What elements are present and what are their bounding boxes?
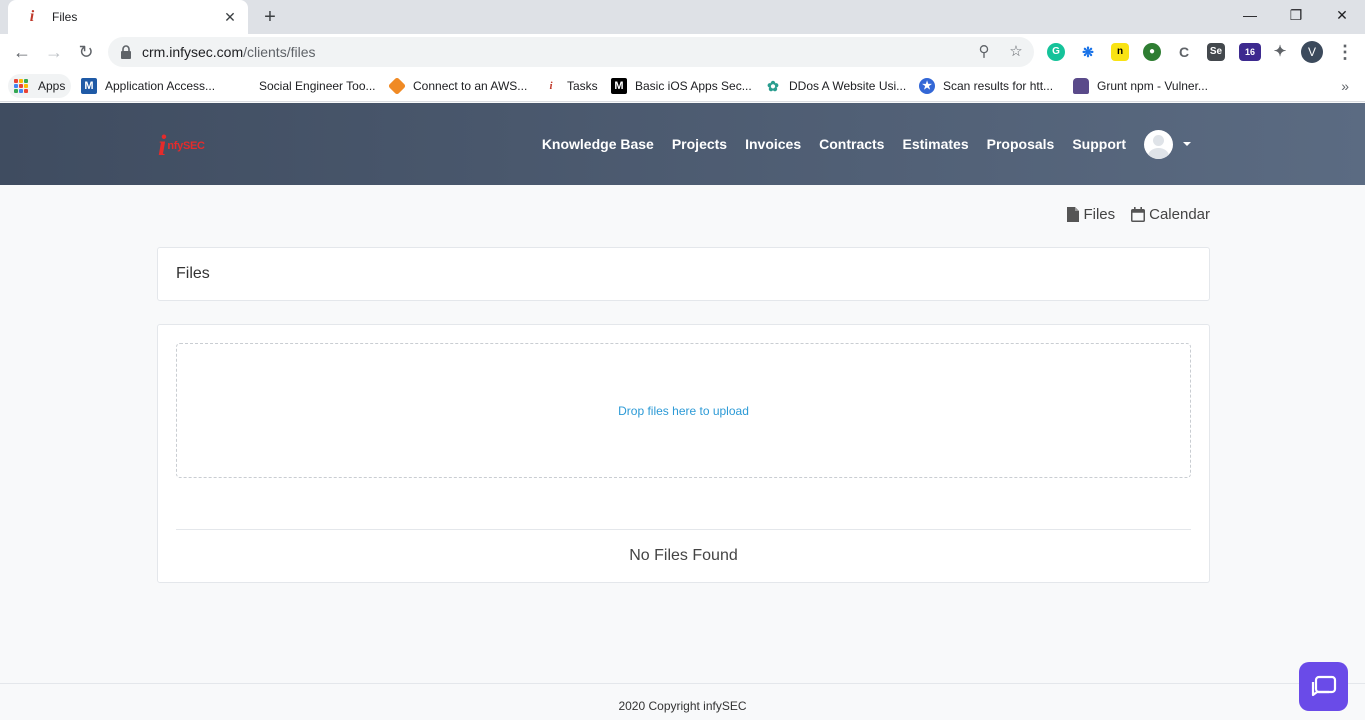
chevron-right-double-icon[interactable]: » — [1341, 74, 1349, 98]
back-arrow-icon[interactable]: ← — [8, 38, 36, 66]
site-footer: 2020 Copyright infySEC — [0, 683, 1365, 720]
m-logo-icon: M — [81, 78, 97, 94]
lock-icon — [121, 45, 131, 59]
calendar-link[interactable]: Calendar — [1131, 206, 1210, 223]
files-link-label: Files — [1083, 205, 1116, 223]
infysec-favicon-icon: i — [29, 8, 35, 25]
copyright-text: 2020 Copyright infySEC — [618, 699, 747, 713]
extension-badge: 16 — [1244, 47, 1255, 57]
calendar-icon — [1131, 206, 1146, 222]
zoom-search-icon[interactable]: ⚲ — [974, 42, 994, 62]
bookmark-label: Application Access... — [105, 79, 216, 93]
bookmarks-bar: Apps M Application Access... Social Engi… — [0, 70, 1365, 102]
site-logo[interactable]: i nfySEC — [158, 131, 205, 161]
cookie-extension-icon[interactable]: C — [1175, 43, 1193, 61]
nav-knowledge-base[interactable]: Knowledge Base — [542, 136, 654, 152]
medium-logo-icon: M — [611, 78, 627, 94]
files-content-panel: Drop files here to upload No Files Found — [157, 324, 1210, 583]
divider — [176, 529, 1191, 530]
profile-avatar[interactable]: V — [1301, 41, 1323, 63]
bookmark-connect-aws[interactable]: Connect to an AWS... — [387, 74, 528, 98]
calendar-link-label: Calendar — [1149, 205, 1210, 223]
logo-text: nfySEC — [167, 140, 205, 152]
file-icon — [1067, 206, 1080, 222]
close-icon[interactable]: ✕ — [222, 9, 238, 25]
browser-tab[interactable]: i Files ✕ — [8, 0, 248, 34]
reload-icon[interactable]: ↻ — [72, 38, 100, 66]
notion-extension-icon[interactable]: n — [1111, 43, 1129, 61]
bookmark-label: Grunt npm - Vulner... — [1097, 79, 1208, 93]
bookmark-label: Basic iOS Apps Sec... — [635, 79, 752, 93]
window-close-icon[interactable]: ✕ — [1319, 0, 1365, 30]
bookmark-grunt-npm[interactable]: Grunt npm - Vulner... — [1073, 74, 1208, 98]
kebab-menu-icon[interactable]: ⋮ — [1336, 40, 1354, 64]
bookmark-label: Scan results for htt... — [943, 79, 1054, 93]
extensions-puzzle-icon[interactable]: ✦ — [1271, 43, 1289, 61]
bookmark-apps[interactable]: Apps — [8, 74, 72, 98]
browser-tab-strip: i Files ✕ + — ❐ ✕ — [0, 0, 1365, 34]
main-nav: Knowledge Base Projects Invoices Contrac… — [524, 103, 1191, 185]
grammarly-extension-icon[interactable]: G — [1047, 43, 1065, 61]
chat-bubble-icon — [1311, 675, 1336, 696]
empty-state-text: No Files Found — [629, 547, 738, 564]
bookmark-label: DDos A Website Usi... — [789, 79, 907, 93]
blank-page-icon — [235, 78, 251, 94]
bookmark-label: Apps — [38, 79, 66, 93]
page-title: Files — [176, 265, 210, 282]
star-badge-icon: ★ — [919, 78, 935, 94]
page-actions: Files Calendar — [1051, 204, 1210, 224]
address-bar[interactable]: crm.infysec.com/clients/files ⚲ ☆ — [108, 37, 1034, 67]
files-title-panel: Files — [157, 247, 1210, 301]
bookmark-scan-results[interactable]: ★ Scan results for htt... — [919, 74, 1053, 98]
selenium-extension-icon[interactable]: Se — [1207, 43, 1225, 61]
bookmark-social-engineer[interactable]: Social Engineer Too... — [235, 74, 376, 98]
site-header: i nfySEC Knowledge Base Projects Invoice… — [0, 103, 1365, 185]
url-text: crm.infysec.com/clients/files — [142, 44, 316, 60]
grunt-logo-icon — [1073, 78, 1089, 94]
nav-estimates[interactable]: Estimates — [902, 136, 968, 152]
bookmark-label: Tasks — [567, 79, 598, 93]
bookmark-tasks[interactable]: i Tasks — [543, 74, 598, 98]
aws-cube-icon — [387, 76, 407, 96]
bookmark-label: Social Engineer Too... — [259, 79, 376, 93]
minimize-icon[interactable]: — — [1227, 0, 1273, 30]
settings-extension-icon[interactable]: ❋ — [1079, 43, 1097, 61]
nav-proposals[interactable]: Proposals — [987, 136, 1055, 152]
logo-letter: i — [158, 129, 167, 162]
user-avatar[interactable] — [1144, 129, 1173, 159]
infysec-favicon-icon: i — [549, 80, 553, 92]
browser-toolbar: ← → ↻ crm.infysec.com/clients/files ⚲ ☆ … — [0, 34, 1365, 70]
bookmark-star-icon[interactable]: ☆ — [1006, 42, 1026, 62]
forward-arrow-icon[interactable]: → — [40, 38, 68, 66]
nav-support[interactable]: Support — [1072, 136, 1126, 152]
bookmark-label: Connect to an AWS... — [413, 79, 528, 93]
file-dropzone[interactable]: Drop files here to upload — [176, 343, 1191, 478]
badge-extension-icon[interactable]: 16 — [1239, 43, 1261, 61]
restore-icon[interactable]: ❐ — [1273, 0, 1319, 30]
leaf-icon: ✿ — [767, 78, 779, 94]
bookmark-application-access[interactable]: M Application Access... — [81, 74, 215, 98]
caret-down-icon[interactable] — [1183, 142, 1191, 146]
avatar-head — [1153, 134, 1164, 146]
new-tab-plus-icon[interactable]: + — [259, 6, 281, 28]
chat-widget-button[interactable] — [1299, 662, 1348, 711]
avatar-body — [1148, 147, 1169, 159]
bookmark-basic-ios[interactable]: M Basic iOS Apps Sec... — [611, 74, 752, 98]
nav-contracts[interactable]: Contracts — [819, 136, 884, 152]
globe-extension-icon[interactable]: ● — [1143, 43, 1161, 61]
apps-grid-icon — [14, 79, 28, 93]
bookmark-ddos[interactable]: ✿ DDos A Website Usi... — [765, 74, 906, 98]
files-link[interactable]: Files — [1067, 206, 1115, 223]
nav-invoices[interactable]: Invoices — [745, 136, 801, 152]
tab-title: Files — [52, 10, 78, 24]
dropzone-text: Drop files here to upload — [618, 403, 749, 418]
nav-projects[interactable]: Projects — [672, 136, 727, 152]
